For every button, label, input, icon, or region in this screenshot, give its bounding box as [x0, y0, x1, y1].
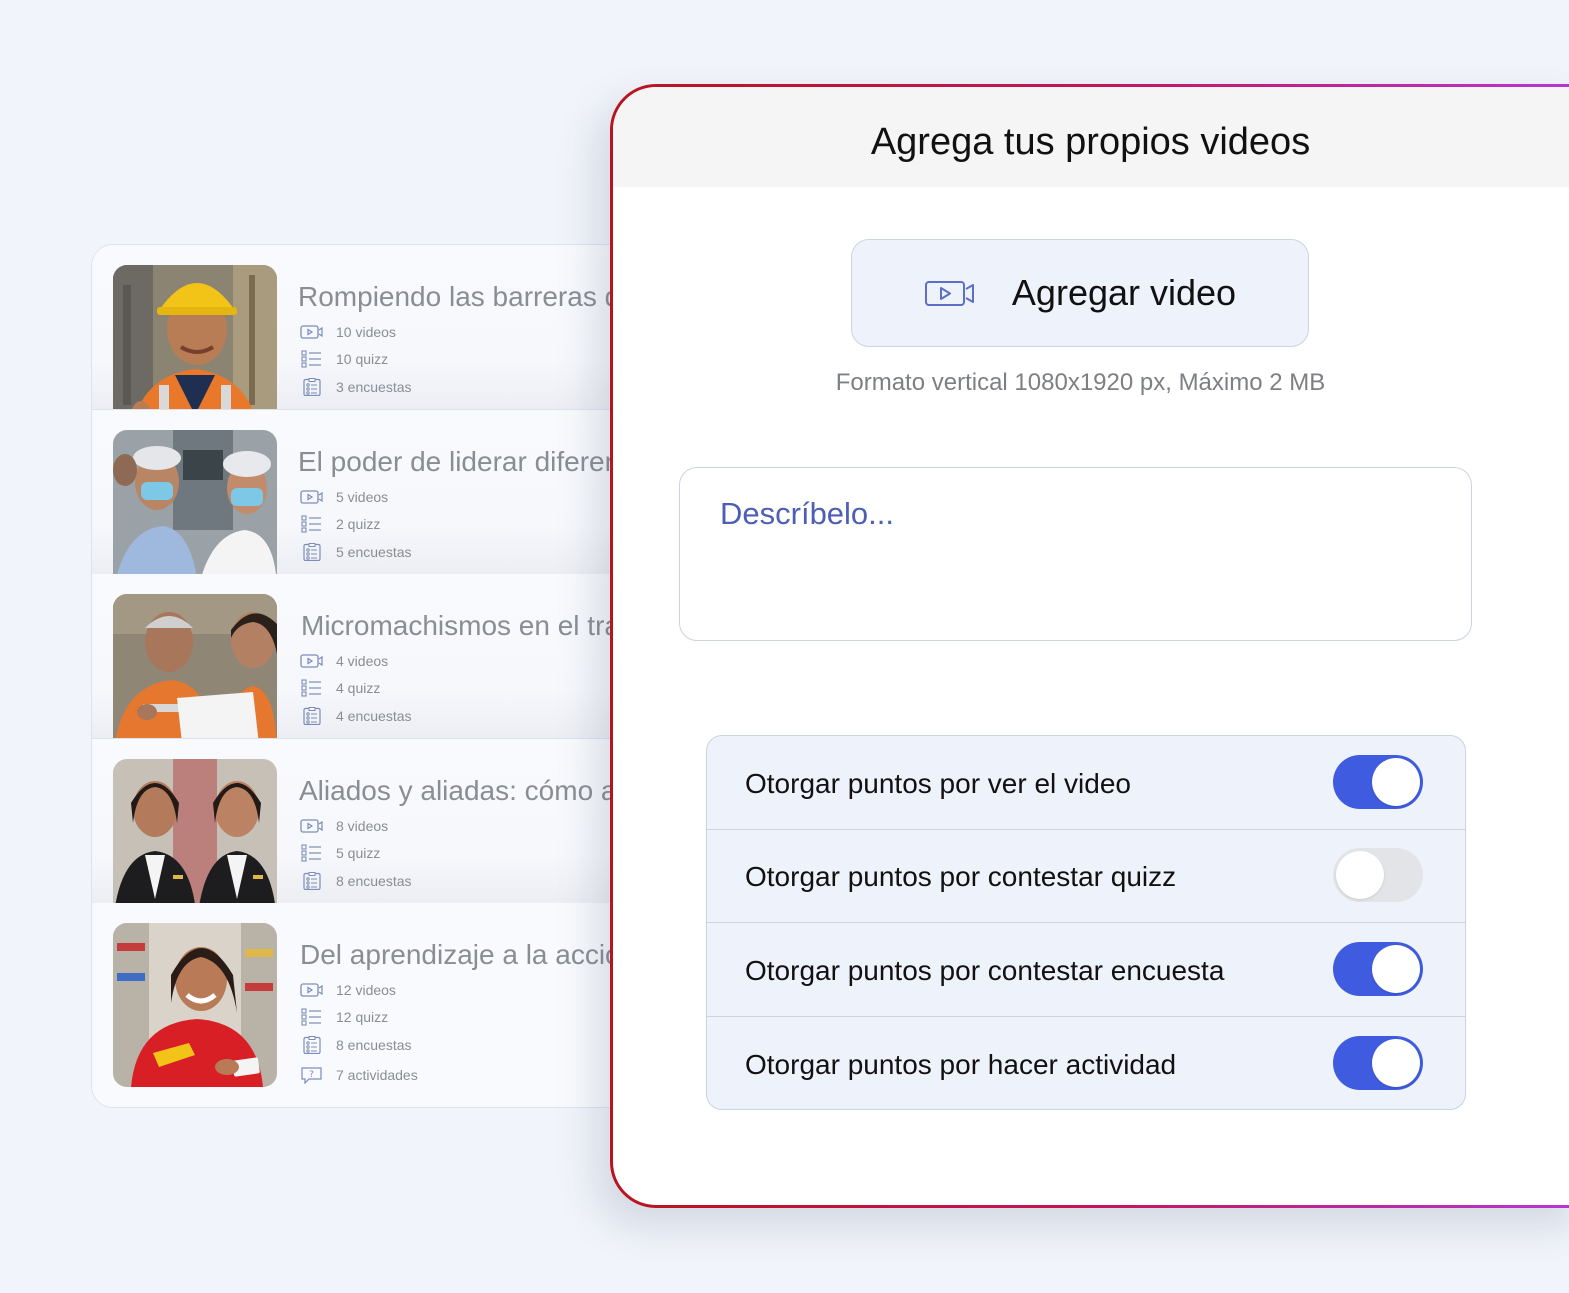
- survey-clipboard-icon: [303, 378, 321, 396]
- actividades-count-label: 7 actividades: [336, 1067, 418, 1083]
- course-encuestas-count: 8 encuestas: [300, 1036, 412, 1054]
- quiz-list-icon: [301, 844, 321, 862]
- activity-question-icon: ?: [301, 1067, 322, 1084]
- toggle-row-quizz: Otorgar puntos por contestar quizz: [707, 829, 1465, 923]
- videos-count-label: 10 videos: [336, 324, 396, 340]
- quizz-count-label: 4 quizz: [336, 680, 381, 696]
- toggle-row-encuesta: Otorgar puntos por contestar encuesta: [707, 923, 1465, 1017]
- toggle-label: Otorgar puntos por ver el video: [745, 768, 1131, 799]
- video-icon: [300, 654, 323, 668]
- survey-clipboard-icon: [303, 1036, 321, 1054]
- encuestas-count-label: 5 encuestas: [336, 544, 412, 560]
- quiz-list-icon: [301, 1008, 321, 1026]
- toggle-label: Otorgar puntos por contestar quizz: [745, 861, 1177, 892]
- course-encuestas-count: 5 encuestas: [300, 543, 412, 561]
- quiz-list-icon: [301, 350, 321, 368]
- course-title: Del aprendizaje a la acción: [300, 939, 637, 970]
- video-icon: [300, 325, 323, 339]
- encuestas-count-label: 4 encuestas: [336, 708, 412, 724]
- toggle-knob: [1372, 945, 1420, 993]
- encuestas-count-label: 3 encuestas: [336, 379, 412, 395]
- video-icon: [300, 983, 323, 997]
- course-thumbnail-workers-reviewing: [113, 594, 277, 738]
- description-placeholder: Descríbelo...: [720, 496, 895, 531]
- course-title: Micromachismos en el trabajo: [301, 610, 653, 641]
- course-list: Rompiendo las barreras de 10 videos 10 q…: [91, 244, 653, 1108]
- course-thumbnail-worker-hardhat: [113, 265, 277, 409]
- course-thumbnail-store-clerk: [113, 923, 277, 1087]
- course-card[interactable]: Rompiendo las barreras de 10 videos 10 q…: [92, 245, 652, 410]
- course-encuestas-count: 4 encuestas: [300, 707, 412, 725]
- course-videos-count: 4 videos: [300, 652, 388, 670]
- toggle-switch-encuesta[interactable]: [1333, 942, 1423, 996]
- quizz-count-label: 10 quizz: [336, 351, 389, 367]
- toggle-row-video: Otorgar puntos por ver el video: [707, 736, 1465, 830]
- points-toggles-panel: Otorgar puntos por ver el video Otorgar …: [706, 735, 1466, 1110]
- video-icon: [300, 819, 323, 833]
- toggle-label: Otorgar puntos por contestar encuesta: [745, 955, 1225, 986]
- toggle-switch-actividad[interactable]: [1333, 1036, 1423, 1090]
- description-textarea[interactable]: Descríbelo...: [679, 467, 1472, 641]
- course-thumbnail-two-women-suits: [113, 759, 277, 903]
- modal-title: Agrega tus propios videos: [870, 121, 1311, 163]
- add-video-label: Agregar video: [1011, 272, 1237, 313]
- course-videos-count: 10 videos: [300, 323, 396, 341]
- course-card[interactable]: Micromachismos en el trabajo 4 videos 4 …: [92, 574, 652, 739]
- course-videos-count: 5 videos: [300, 488, 388, 506]
- course-card[interactable]: Aliados y aliadas: cómo actuar 8 videos …: [92, 739, 652, 904]
- course-encuestas-count: 8 encuestas: [300, 872, 412, 890]
- toggle-knob: [1372, 1039, 1420, 1087]
- add-video-button[interactable]: Agregar video: [851, 239, 1309, 347]
- quizz-count-label: 5 quizz: [336, 845, 381, 861]
- modal-header: Agrega tus propios videos: [613, 87, 1569, 187]
- toggle-knob: [1372, 758, 1420, 806]
- course-quizz-count: 4 quizz: [300, 679, 380, 697]
- survey-clipboard-icon: [303, 707, 321, 725]
- videos-count-label: 12 videos: [336, 982, 396, 998]
- quiz-list-icon: [301, 515, 321, 533]
- course-videos-count: 12 videos: [300, 981, 396, 999]
- videos-count-label: 5 videos: [336, 489, 389, 505]
- quizz-count-label: 12 quizz: [336, 1009, 389, 1025]
- video-icon: [300, 490, 323, 504]
- course-title: El poder de liderar diferente: [298, 446, 644, 477]
- format-note: Formato vertical 1080x1920 px, Máximo 2 …: [835, 369, 1326, 396]
- survey-clipboard-icon: [303, 543, 321, 561]
- course-quizz-count: 5 quizz: [300, 844, 380, 862]
- course-title: Rompiendo las barreras de: [298, 281, 636, 312]
- course-card[interactable]: El poder de liderar diferente 5 videos 2…: [92, 410, 652, 575]
- toggle-label: Otorgar puntos por hacer actividad: [745, 1049, 1177, 1080]
- quiz-list-icon: [301, 679, 321, 697]
- add-video-icon: [924, 281, 974, 306]
- course-quizz-count: 10 quizz: [300, 350, 388, 368]
- course-quizz-count: 12 quizz: [300, 1008, 388, 1026]
- course-card[interactable]: Del aprendizaje a la acción 12 videos 12…: [92, 903, 652, 1107]
- encuestas-count-label: 8 encuestas: [336, 873, 412, 889]
- videos-count-label: 4 videos: [336, 653, 389, 669]
- toggle-switch-video[interactable]: [1333, 755, 1423, 809]
- course-thumbnail-lab-workers: [113, 430, 277, 574]
- course-encuestas-count: 3 encuestas: [300, 378, 412, 396]
- course-title: Aliados y aliadas: cómo actuar: [299, 775, 653, 806]
- toggle-switch-quizz[interactable]: [1333, 848, 1423, 902]
- toggle-row-actividad: Otorgar puntos por hacer actividad: [707, 1017, 1465, 1109]
- encuestas-count-label: 8 encuestas: [336, 1037, 412, 1053]
- survey-clipboard-icon: [303, 872, 321, 890]
- quizz-count-label: 2 quizz: [336, 516, 381, 532]
- toggle-knob: [1336, 851, 1384, 899]
- svg-text:?: ?: [309, 1070, 314, 1080]
- course-videos-count: 8 videos: [300, 817, 388, 835]
- course-actividades-count: ? 7 actividades: [300, 1066, 418, 1084]
- course-quizz-count: 2 quizz: [300, 515, 380, 533]
- videos-count-label: 8 videos: [336, 818, 389, 834]
- add-video-modal: Agrega tus propios videos Agregar video …: [613, 87, 1569, 1205]
